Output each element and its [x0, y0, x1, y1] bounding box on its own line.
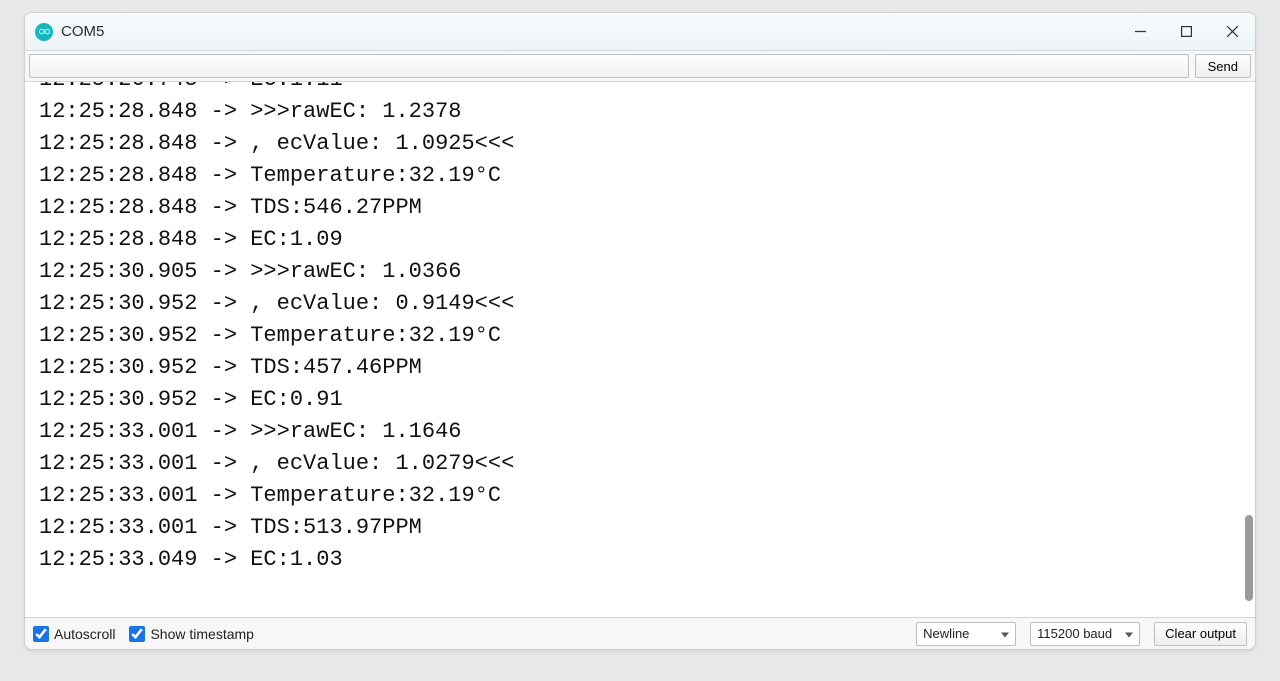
window-controls — [1117, 13, 1255, 50]
serial-monitor-window: COM5 Send 12:25:26.743 -> EC:1.11 12:25:… — [24, 12, 1256, 650]
console-area: 12:25:26.743 -> EC:1.11 12:25:28.848 -> … — [25, 82, 1255, 617]
arduino-icon — [35, 23, 53, 41]
close-button[interactable] — [1209, 13, 1255, 50]
autoscroll-input[interactable] — [33, 626, 49, 642]
titlebar: COM5 — [25, 13, 1255, 51]
clear-output-button[interactable]: Clear output — [1154, 622, 1247, 646]
line-ending-select[interactable]: Newline — [916, 622, 1016, 646]
autoscroll-label: Autoscroll — [54, 626, 115, 642]
serial-output[interactable]: 12:25:26.743 -> EC:1.11 12:25:28.848 -> … — [25, 82, 1255, 617]
status-bar: Autoscroll Show timestamp Newline 115200… — [25, 617, 1255, 649]
timestamp-input[interactable] — [129, 626, 145, 642]
serial-input[interactable] — [29, 54, 1189, 78]
scrollbar-thumb[interactable] — [1245, 515, 1253, 601]
baud-rate-select[interactable]: 115200 baud — [1030, 622, 1140, 646]
timestamp-checkbox[interactable]: Show timestamp — [129, 626, 253, 642]
send-button[interactable]: Send — [1195, 54, 1251, 78]
autoscroll-checkbox[interactable]: Autoscroll — [33, 626, 115, 642]
minimize-button[interactable] — [1117, 13, 1163, 50]
window-title: COM5 — [61, 23, 104, 40]
line-ending-value: Newline — [923, 626, 969, 641]
baud-rate-value: 115200 baud — [1037, 626, 1112, 641]
timestamp-label: Show timestamp — [150, 626, 253, 642]
send-bar: Send — [25, 51, 1255, 82]
maximize-button[interactable] — [1163, 13, 1209, 50]
